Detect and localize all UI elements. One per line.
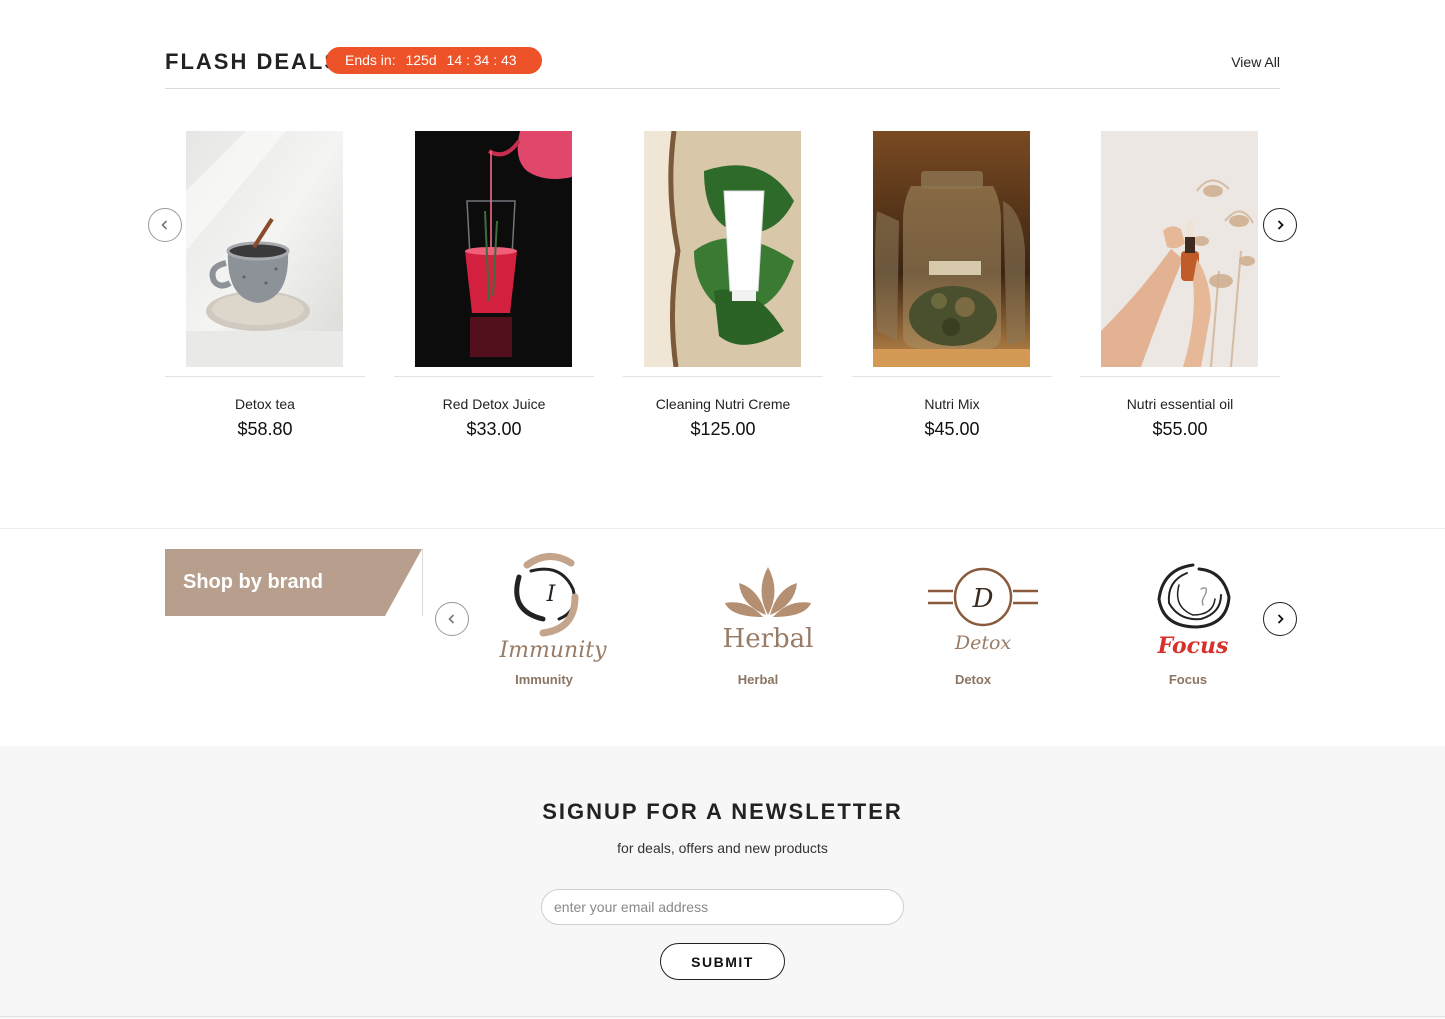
oil-dropper-bottle-icon [1101,131,1258,367]
flash-deals-header: FLASH DEALS Ends in: 125d 14 : 34 : 43 V… [165,44,1280,89]
chevron-left-icon [448,614,455,624]
product-divider [394,376,594,377]
submit-button[interactable]: SUBMIT [660,943,785,980]
product-divider [165,376,365,377]
product-divider [623,376,823,377]
flash-deals-title: FLASH DEALS [165,49,341,74]
product-image-red-detox-juice[interactable] [415,131,572,367]
flash-deals-section: FLASH DEALS Ends in: 125d 14 : 34 : 43 V… [0,0,1445,529]
product-price: $33.00 [466,419,522,439]
mug-of-tea-icon [186,131,343,367]
brand-label[interactable]: Focus [1113,672,1263,687]
immunity-logo-icon: I Immunity [498,553,607,663]
product-price: $58.80 [237,419,293,439]
brand-label[interactable]: Detox [898,672,1048,687]
logo-wordmark: Herbal [723,624,814,654]
email-field[interactable] [541,889,904,925]
logo-wordmark: Detox [954,632,1012,654]
brand-divider [422,549,423,616]
product-image-detox-tea[interactable] [186,131,343,367]
view-all-link[interactable]: View All [1231,54,1280,70]
countdown-badge: Ends in: 125d 14 : 34 : 43 [326,47,542,74]
product-image-nutri-mix[interactable] [873,131,1030,367]
product-name[interactable]: Detox tea [165,396,365,412]
product-image-nutri-essential-oil[interactable] [1101,131,1258,367]
product-price: $45.00 [924,419,980,439]
prev-brands-button[interactable] [435,602,469,636]
product-image-cleaning-nutri-creme[interactable] [644,131,801,367]
logo-wordmark: Immunity [498,638,607,663]
newsletter-subtitle: for deals, offers and new products [617,840,828,856]
creme-tube-on-leaves-icon [644,131,801,367]
countdown-prefix: Ends in: [345,52,396,68]
product-card[interactable]: Cleaning Nutri Creme $125.00 [623,131,823,451]
lotus-logo-icon: Herbal [723,567,814,654]
product-divider [852,376,1052,377]
product-name[interactable]: Cleaning Nutri Creme [623,396,823,412]
product-price: $125.00 [690,419,756,439]
product-carousel: Detox tea $58.80 Red Detox Juice $33.00 … [165,131,1280,451]
logo-initial: I [546,582,557,607]
product-card[interactable]: Red Detox Juice $33.00 [394,131,594,451]
glass-jars-icon [873,131,1030,367]
brand-herbal[interactable]: Herbal Herbal [683,545,833,695]
shop-by-brand-title: Shop by brand [183,571,323,593]
brand-detox[interactable]: D Detox Detox [898,545,1048,695]
newsletter-section: SIGNUP FOR A NEWSLETTER for deals, offer… [0,746,1445,1019]
footer-divider [0,1016,1445,1017]
countdown-time: 14 : 34 : 43 [446,52,517,68]
brand-immunity[interactable]: I Immunity Immunity [469,545,619,695]
brand-focus[interactable]: Focus Focus [1113,545,1263,695]
product-divider [1080,376,1280,377]
product-name[interactable]: Nutri Mix [852,396,1052,412]
product-name[interactable]: Nutri essential oil [1080,396,1280,412]
logo-initial: D [972,584,994,614]
brand-label[interactable]: Herbal [683,672,833,687]
shop-by-brand-banner: Shop by brand [165,549,423,616]
countdown-days: 125d [405,52,437,68]
product-card[interactable]: Detox tea $58.80 [165,131,365,451]
focus-logo-icon: Focus [1157,563,1231,659]
product-card[interactable]: Nutri essential oil $55.00 [1080,131,1280,451]
product-name[interactable]: Red Detox Juice [394,396,594,412]
chevron-right-icon [1277,614,1284,624]
red-juice-glass-icon [415,131,572,367]
section-divider [0,528,1445,529]
logo-wordmark: Focus [1157,633,1229,659]
detox-logo-icon: D Detox [928,567,1038,654]
product-card[interactable]: Nutri Mix $45.00 [852,131,1052,451]
next-brands-button[interactable] [1263,602,1297,636]
brand-label[interactable]: Immunity [469,672,619,687]
newsletter-title: SIGNUP FOR A NEWSLETTER [542,799,903,824]
product-price: $55.00 [1152,419,1208,439]
